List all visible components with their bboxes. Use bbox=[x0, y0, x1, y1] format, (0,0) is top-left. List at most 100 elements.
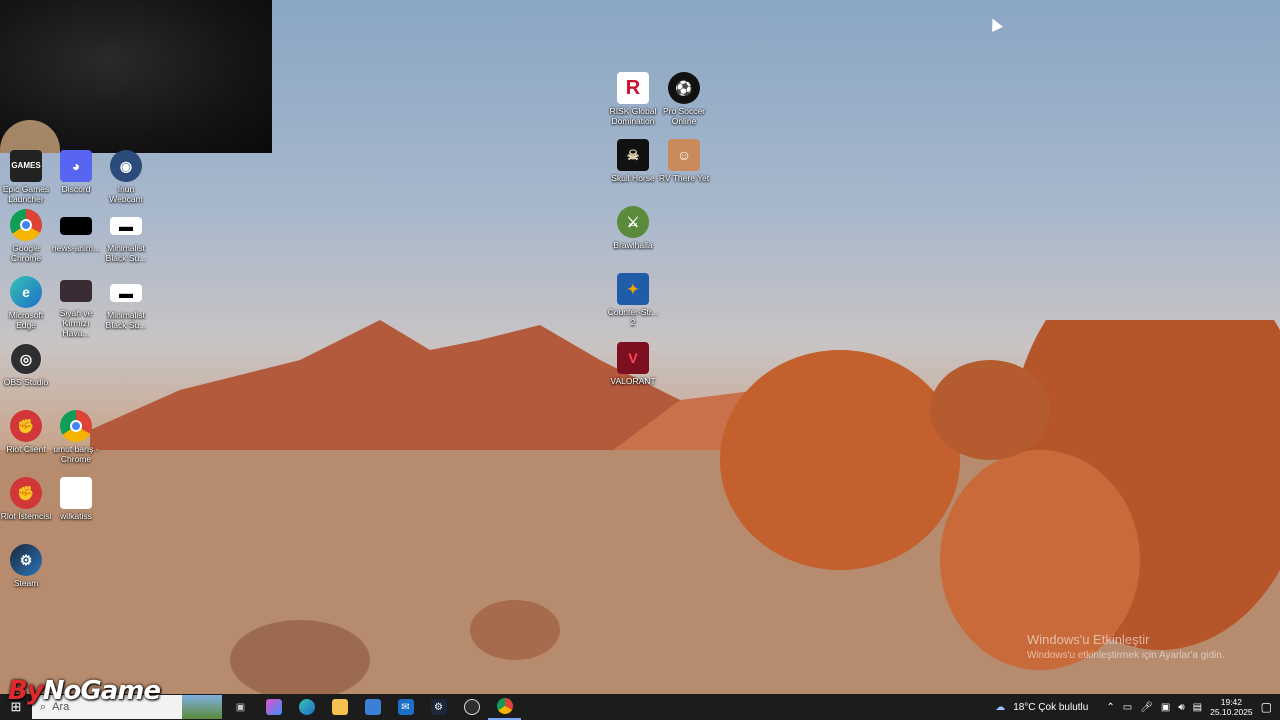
icon-label: Brawlhalla bbox=[613, 240, 653, 250]
chevron-up-icon[interactable]: ⌃ bbox=[1106, 702, 1114, 713]
desktop-icon-epic[interactable]: GAMES Epic Games Launcher bbox=[0, 150, 52, 204]
desktop-icon-steam[interactable]: ⚙ Steam bbox=[0, 544, 52, 588]
steam-icon: ⚙ bbox=[10, 544, 42, 576]
taskbar-outlook[interactable]: ✉ bbox=[389, 694, 422, 720]
volume-icon[interactable]: 🔊︎ bbox=[1178, 702, 1184, 713]
desktop-icon-riot-istemci[interactable]: ✊ Riot İstemcisi bbox=[0, 477, 52, 521]
edge-icon bbox=[298, 699, 315, 715]
logo-mark: By bbox=[8, 676, 44, 706]
desktop-icon-risk[interactable]: R RISK Global Domination bbox=[607, 72, 659, 126]
desktop-icon-riot[interactable]: ✊ Riot Client bbox=[0, 410, 52, 454]
microphone-icon[interactable]: 🎤︎ bbox=[1140, 702, 1153, 713]
icon-label: Riot İstemcisi bbox=[0, 511, 52, 521]
desktop-icon-brawlhalla[interactable]: ⚔ Brawlhalla bbox=[607, 206, 659, 250]
obs-icon bbox=[463, 699, 480, 715]
risk-icon: R bbox=[617, 72, 649, 104]
activation-subtitle: Windows'u etkinleştirmek için Ayarlar'a … bbox=[1027, 650, 1225, 661]
task-view-button[interactable]: ▣ bbox=[224, 694, 257, 720]
clock[interactable]: 19:42 25.10.2025 bbox=[1210, 697, 1253, 717]
desktop-icon-edge[interactable]: e Microsoft Edge bbox=[0, 276, 52, 330]
chrome-icon bbox=[496, 698, 513, 714]
chrome-profile-icon bbox=[60, 410, 92, 442]
camera-icon[interactable]: ▣ bbox=[1161, 702, 1170, 713]
edge-icon: e bbox=[10, 276, 42, 308]
desktop-icon-minimalist-1[interactable]: ▬ Minimalist Black Su... bbox=[100, 209, 152, 263]
store-icon bbox=[364, 699, 381, 715]
icon-label: Discord bbox=[61, 184, 91, 194]
icon-label: Minimalist Black Su... bbox=[105, 310, 147, 330]
obs-icon: ◎ bbox=[10, 343, 42, 375]
task-view-icon: ▣ bbox=[235, 701, 246, 713]
icon-label: RV There Yet bbox=[658, 173, 710, 183]
desktop-icon-valorant[interactable]: V VALORANT bbox=[607, 342, 659, 386]
network-icon[interactable]: ▤ bbox=[1193, 702, 1202, 713]
icon-label: wilkatiss bbox=[60, 511, 92, 521]
valorant-icon: V bbox=[617, 342, 649, 374]
desktop-icon-rv[interactable]: ☺ RV There Yet bbox=[658, 139, 710, 183]
desktop-icon-iriun[interactable]: ◉ Iriun Webcam bbox=[100, 150, 152, 204]
taskbar: ⊞ ⌕ Ara ▣ ✉ ⚙ ☁ 18°C Çok bulutlu ⌃ ▭ 🎤︎ … bbox=[0, 694, 1280, 720]
icon-label: Skull Horse bbox=[611, 173, 655, 183]
desktop-icon-pro-soccer[interactable]: ⚽ Pro Soccer Online bbox=[658, 72, 710, 126]
desktop-icon-umut[interactable]: umut barış - Chrome bbox=[50, 410, 102, 464]
skull-icon: ☠ bbox=[617, 139, 649, 171]
taskbar-obs[interactable] bbox=[455, 694, 488, 720]
notification-icon[interactable]: ▢ bbox=[1261, 700, 1272, 714]
desktop-icon-news[interactable]: news-anim... bbox=[50, 209, 102, 253]
viking-helmet-icon: ⚔ bbox=[617, 206, 649, 238]
taskbar-file-explorer[interactable] bbox=[323, 694, 356, 720]
mouse-cursor-icon bbox=[987, 16, 1003, 32]
steam-icon: ⚙ bbox=[430, 699, 447, 715]
webcam-overlay bbox=[0, 0, 272, 153]
epic-games-icon: GAMES bbox=[10, 150, 42, 182]
icon-label: Siyah ve Kırmızı Hava... bbox=[59, 308, 93, 338]
desktop-icon-skull[interactable]: ☠ Skull Horse bbox=[607, 139, 659, 183]
taskbar-chrome[interactable] bbox=[488, 694, 521, 720]
activation-title: Windows'u Etkinleştir bbox=[1027, 632, 1150, 647]
weather-text[interactable]: 18°C Çok bulutlu bbox=[1013, 702, 1088, 713]
icon-label: umut barış - Chrome bbox=[53, 444, 99, 464]
icon-label: OBS Studio bbox=[3, 377, 49, 387]
icon-label: Pro Soccer Online bbox=[662, 106, 706, 126]
file-thumbnail-icon: ▬ bbox=[110, 284, 142, 302]
weather-icon[interactable]: ☁ bbox=[995, 702, 1005, 713]
icon-label: news-anim... bbox=[51, 243, 101, 253]
device-icon[interactable]: ▭ bbox=[1123, 702, 1132, 713]
icon-label: VALORANT bbox=[610, 376, 656, 386]
desktop-icon-counter[interactable]: ✦ Counter-Str... 2 bbox=[607, 273, 659, 327]
riot-icon: ✊ bbox=[10, 477, 42, 509]
desktop-icon-minimalist-2[interactable]: ▬ Minimalist Black Su... bbox=[100, 276, 152, 330]
icon-label: Google Chrome bbox=[10, 243, 42, 263]
icon-label: Riot Client bbox=[6, 444, 46, 454]
search-highlight-image bbox=[182, 695, 222, 719]
mail-icon: ✉ bbox=[397, 699, 414, 715]
channel-watermark-logo: ByNoGame bbox=[8, 676, 161, 706]
taskbar-store[interactable] bbox=[356, 694, 389, 720]
riot-icon: ✊ bbox=[10, 410, 42, 442]
blank-file-icon bbox=[60, 477, 92, 509]
webcam-icon: ◉ bbox=[110, 150, 142, 182]
soccer-ball-icon: ⚽ bbox=[668, 72, 700, 104]
discord-icon: ◕ bbox=[60, 150, 92, 182]
taskbar-steam[interactable]: ⚙ bbox=[422, 694, 455, 720]
clock-time: 19:42 bbox=[1220, 697, 1243, 707]
desktop-icon-obs[interactable]: ◎ OBS Studio bbox=[0, 343, 52, 387]
desktop-icon-siyah[interactable]: Siyah ve Kırmızı Hava... bbox=[50, 276, 102, 338]
desktop-icon-chrome[interactable]: Google Chrome bbox=[0, 209, 52, 263]
icon-label: Iriun Webcam bbox=[109, 184, 143, 204]
desktop-icon-wilkatiss[interactable]: wilkatiss bbox=[50, 477, 102, 521]
clock-date: 25.10.2025 bbox=[1210, 707, 1253, 717]
file-thumbnail-icon bbox=[60, 280, 92, 302]
icon-label: Epic Games Launcher bbox=[2, 184, 50, 204]
desktop-icon-discord[interactable]: ◕ Discord bbox=[50, 150, 102, 194]
chrome-icon bbox=[10, 209, 42, 241]
copilot-icon bbox=[265, 699, 282, 715]
activation-watermark: Windows'u Etkinleştir Windows'u etkinleş… bbox=[1027, 632, 1225, 661]
icon-label: Counter-Str... 2 bbox=[607, 307, 659, 327]
taskbar-copilot[interactable] bbox=[257, 694, 290, 720]
rv-character-icon: ☺ bbox=[668, 139, 700, 171]
icon-label: Steam bbox=[13, 578, 39, 588]
icon-label: Minimalist Black Su... bbox=[105, 243, 147, 263]
taskbar-edge[interactable] bbox=[290, 694, 323, 720]
cs2-icon: ✦ bbox=[617, 273, 649, 305]
